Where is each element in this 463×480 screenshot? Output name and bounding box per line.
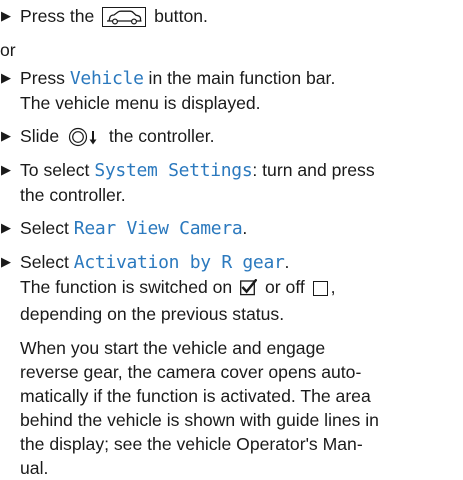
description-line: matically if the function is activated. … [20,386,371,406]
step-result: , [330,277,336,297]
bullet-icon: ▶ [1,128,11,143]
car-button-icon [102,7,147,27]
description-paragraph: When you start the vehicle and engage re… [20,336,462,480]
step-text: button. [154,6,208,26]
ui-label-system-settings: System Settings [94,160,253,181]
checkbox-unchecked-icon [312,281,328,296]
description-line: ual. [20,458,49,478]
step-result: or off [265,277,305,297]
step-text: Press [20,68,65,88]
step-text: To select [20,160,90,180]
step-select-activation-by-r-gear: ▶ Select Activation by R gear. The funct… [0,250,460,326]
step-text: in the main function bar. [148,68,336,88]
step-slide-controller: ▶ Slide the controller. [0,124,460,153]
bullet-icon: ▶ [1,162,11,177]
instructions-page: ▶ Press the button. or ▶ Press Vehicle i… [0,0,463,478]
step-text: : turn and press [252,160,375,180]
description-line: behind the vehicle is shown with guide l… [20,410,379,430]
step-text: . [242,218,248,238]
description-line: reverse gear, the camera cover opens aut… [20,362,362,382]
ui-label-activation-by-r-gear: Activation by R gear [73,252,285,273]
checkbox-checked-icon [240,278,258,302]
step-result: The function is switched on [20,277,233,297]
step-text: . [284,252,290,272]
step-text: Press the [20,6,95,26]
bullet-icon: ▶ [1,8,11,23]
step-text-cont: the controller. [20,185,126,205]
description-line: When you start the vehicle and engage [20,338,326,358]
step-result: The vehicle menu is displayed. [20,93,261,113]
step-text: Select [20,252,69,272]
ui-label-vehicle: Vehicle [69,68,144,89]
bullet-icon: ▶ [1,254,11,269]
or-separator: or [0,40,16,60]
step-select-rear-view-camera: ▶ Select Rear View Camera. [0,216,460,241]
step-result: depending on the previous status. [20,304,285,324]
bullet-icon: ▶ [1,70,11,85]
step-press-vehicle: ▶ Press Vehicle in the main function bar… [0,66,460,115]
ui-label-rear-view-camera: Rear View Camera [73,218,243,239]
bullet-icon: ▶ [1,220,11,235]
step-press-vehicle-button: ▶ Press the button. [0,4,460,28]
step-text: Slide [20,126,60,146]
step-select-system-settings: ▶ To select System Settings: turn and pr… [0,158,460,207]
step-text: the controller. [108,126,215,146]
description-line: the display; see the vehicle Operator's … [20,434,363,454]
controller-slide-down-icon [68,127,102,153]
step-text: Select [20,218,69,238]
